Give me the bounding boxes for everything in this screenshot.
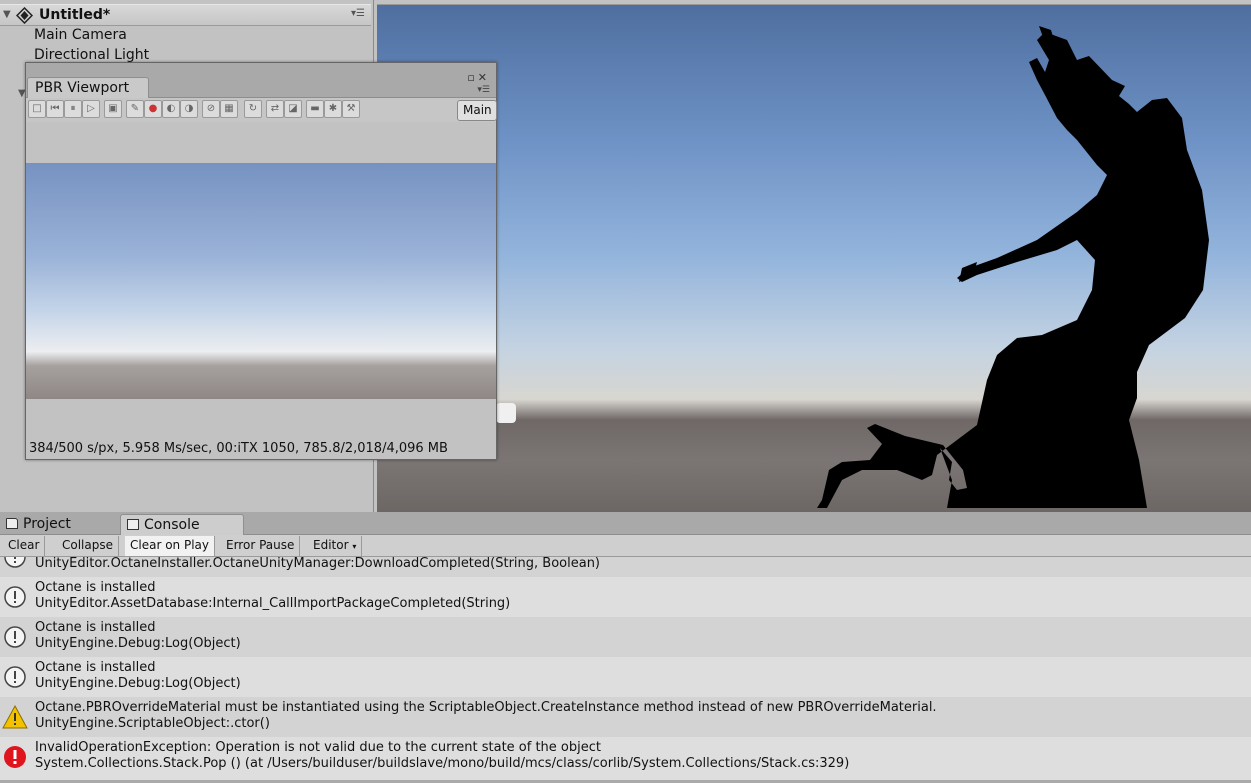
console-log-list: UnityEditor.OctaneInstaller.OctaneUnityM… (0, 557, 1251, 783)
pbr-viewport-window: PBR Viewport ▫✕ ▾☰ □ ⏮ ⏸ ▷ ▣ ✎ ● ◐ ◑ ⊘ ▦… (25, 62, 497, 460)
log-entry[interactable]: Octane is installed UnityEngine.Debug:Lo… (0, 617, 1251, 657)
bottom-panel: Project Console Clear Collapse Clear on … (0, 512, 1251, 783)
log-entry[interactable]: InvalidOperationException: Operation is … (0, 737, 1251, 777)
expand-triangle-icon[interactable]: ▼ (3, 9, 11, 20)
collapse-button[interactable]: Collapse (57, 536, 119, 556)
editor-dropdown-label: Editor (313, 538, 349, 552)
lock-icon[interactable]: ⊘ (202, 100, 220, 118)
window-controls[interactable]: ▫✕ (467, 71, 490, 84)
figure-silhouette (817, 26, 1209, 508)
tab-pbr-viewport[interactable]: PBR Viewport (27, 77, 149, 99)
pick-focus-icon[interactable]: ✎ (126, 100, 144, 118)
tab-console[interactable]: Console (120, 514, 244, 535)
settings-gear-icon[interactable]: ✱ (324, 100, 342, 118)
info-icon (4, 626, 26, 648)
render-icon[interactable]: ▣ (104, 100, 122, 118)
log-source: System.Collections.Stack.Pop () (at /Use… (35, 756, 850, 771)
log-source: UnityEngine.ScriptableObject:.ctor() (35, 716, 270, 731)
tab-project-label: Project (23, 516, 71, 532)
unity-scene-icon (16, 7, 33, 24)
pause-icon[interactable]: ⏸ (64, 100, 82, 118)
error-pause-button[interactable]: Error Pause (221, 536, 301, 556)
chevron-down-icon: ▾ (352, 542, 357, 551)
log-source: UnityEditor.OctaneInstaller.OctaneUnityM… (35, 557, 601, 571)
log-entry[interactable]: Octane is installed UnityEditor.AssetDat… (0, 577, 1251, 617)
reload-icon[interactable]: ↻ (244, 100, 262, 118)
log-source: UnityEngine.Debug:Log(Object) (35, 636, 241, 651)
menu-lines-icon[interactable]: ▾☰ (351, 8, 365, 19)
log-message: Octane is installed (35, 660, 156, 675)
wrench-icon[interactable]: ⚒ (342, 100, 360, 118)
camera-dropdown[interactable]: Main (457, 100, 497, 121)
log-source: UnityEditor.AssetDatabase:Internal_CallI… (35, 596, 511, 611)
bottom-tab-bar: Project Console (0, 512, 1251, 535)
scene-header[interactable]: ▼ Untitled* ▾☰ (0, 4, 371, 26)
tab-project[interactable]: Project (0, 514, 118, 535)
info-icon (4, 557, 26, 568)
menu-lines-icon[interactable]: ▾☰ (477, 85, 490, 95)
console-icon (127, 519, 139, 530)
hierarchy-item-directional-light[interactable]: Directional Light (34, 47, 149, 63)
restart-icon[interactable]: ⏮ (46, 100, 64, 118)
tab-console-label: Console (144, 517, 200, 533)
export-icon[interactable]: ⇄ (266, 100, 284, 118)
console-toolbar: Clear Collapse Clear on Play Error Pause… (0, 535, 1251, 557)
hierarchy-item-main-camera[interactable]: Main Camera (34, 27, 127, 43)
pick-material-icon[interactable]: ● (144, 100, 162, 118)
pick-camera-icon[interactable]: ◑ (180, 100, 198, 118)
region-icon[interactable]: ▦ (220, 100, 238, 118)
stop-icon[interactable]: □ (28, 100, 46, 118)
pbr-toolbar: □ ⏮ ⏸ ▷ ▣ ✎ ● ◐ ◑ ⊘ ▦ ↻ ⇄ ◪ ▬ ✱ ⚒ Main (26, 98, 497, 122)
warning-icon (2, 704, 28, 729)
log-entry[interactable]: Octane.PBROverrideMaterial must be insta… (0, 697, 1251, 737)
clear-on-play-button[interactable]: Clear on Play (125, 536, 215, 556)
scene-title: Untitled* (39, 7, 111, 23)
folder-icon (6, 518, 18, 529)
log-source: UnityEngine.Debug:Log(Object) (35, 676, 241, 691)
log-entry[interactable]: Octane is installed UnityEngine.Debug:Lo… (0, 657, 1251, 697)
pbr-render-view[interactable] (26, 163, 496, 399)
pick-object-icon[interactable]: ◐ (162, 100, 180, 118)
picture-icon[interactable]: ▬ (306, 100, 324, 118)
save-image-icon[interactable]: ◪ (284, 100, 302, 118)
log-entry[interactable]: UnityEditor.OctaneInstaller.OctaneUnityM… (0, 557, 1251, 577)
log-message: Octane is installed (35, 580, 156, 595)
error-icon (4, 746, 26, 768)
log-message: InvalidOperationException: Operation is … (35, 740, 601, 755)
log-message: Octane is installed (35, 620, 156, 635)
scene-view[interactable] (377, 0, 1251, 512)
log-message: Octane.PBROverrideMaterial must be insta… (35, 700, 937, 715)
info-icon (4, 586, 26, 608)
pbr-status-text: 384/500 s/px, 5.958 Ms/sec, 00:iTX 1050,… (29, 441, 448, 456)
pbr-tab-bar: PBR Viewport ▫✕ ▾☰ (26, 63, 496, 99)
camera-gizmo-icon (496, 403, 516, 423)
play-icon[interactable]: ▷ (82, 100, 100, 118)
editor-dropdown[interactable]: Editor ▾ (308, 536, 363, 556)
clear-button[interactable]: Clear (3, 536, 46, 556)
info-icon (4, 666, 26, 688)
